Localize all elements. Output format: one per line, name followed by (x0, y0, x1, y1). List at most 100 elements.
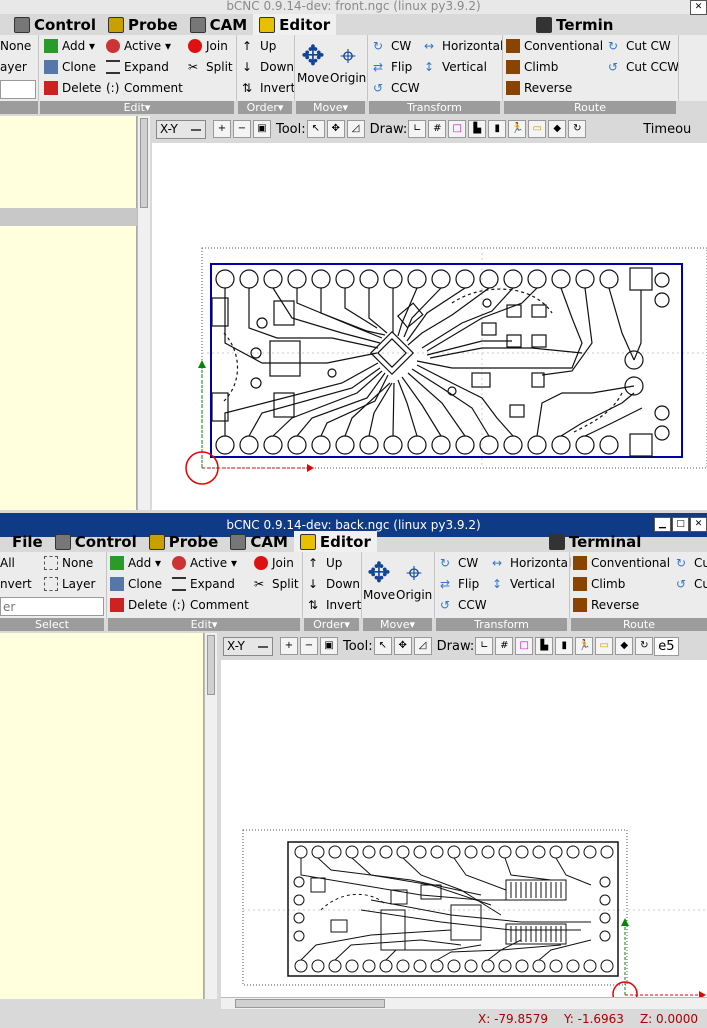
mirror-horizontal-button[interactable]: ↔ Horizontal (492, 553, 571, 573)
join-button[interactable]: Join (188, 36, 228, 56)
draw-margin-icon[interactable]: □ (448, 120, 467, 138)
gcode-list[interactable] (0, 633, 204, 999)
rotate-ccw-button[interactable]: ↺ CCW (373, 78, 420, 98)
draw-rapid-icon[interactable]: 🏃 (508, 120, 527, 138)
close-icon[interactable]: ✕ (690, 517, 707, 532)
draw-workarea-icon[interactable]: ▮ (488, 120, 507, 138)
draw-probe-icon[interactable]: ▙ (468, 120, 487, 138)
cut-ccw-button[interactable]: ↺ Cut CCW (608, 57, 679, 77)
view-select[interactable]: X-Y (156, 119, 206, 139)
tab-terminal[interactable]: Terminal (543, 531, 648, 552)
draw-paths-icon[interactable]: ▭ (595, 637, 614, 655)
split-button[interactable]: ✂ Split (188, 57, 233, 77)
zoom-out-icon[interactable]: − (233, 120, 251, 138)
delete-button[interactable]: Delete (110, 595, 167, 615)
filter-input[interactable] (0, 597, 104, 616)
ruler-tool-icon[interactable]: ◿ (346, 120, 365, 138)
draw-workarea-icon[interactable]: ▮ (555, 637, 574, 655)
draw-probe-icon[interactable]: ▙ (535, 637, 554, 655)
tab-probe[interactable]: Probe (102, 14, 184, 35)
cut-cw-button[interactable]: ↻ Cu (676, 553, 707, 573)
pan-tool-icon[interactable]: ✥ (326, 120, 345, 138)
draw-axes-icon[interactable]: ∟ (408, 120, 427, 138)
cut-cw-button[interactable]: ↻ Cut CW (608, 36, 671, 56)
active-button[interactable]: Active ▾ (106, 36, 171, 56)
tab-control[interactable]: Control (0, 14, 102, 35)
zoom-fit-icon[interactable]: ▣ (253, 120, 271, 138)
draw-margin-icon[interactable]: □ (515, 637, 534, 655)
reverse-button[interactable]: Reverse (573, 595, 639, 615)
close-icon[interactable]: ✕ (690, 0, 707, 15)
zoom-in-icon[interactable]: + (213, 120, 231, 138)
tab-file[interactable]: File (0, 531, 49, 552)
origin-button[interactable]: ⌖ Origin (330, 41, 366, 86)
select-none-button[interactable]: None (0, 36, 31, 56)
zoom-out-icon[interactable]: − (300, 637, 318, 655)
conventional-button[interactable]: Conventional (506, 36, 603, 56)
clone-button[interactable]: Clone (44, 57, 96, 77)
selected-row[interactable] (0, 208, 137, 226)
gcode-canvas[interactable] (152, 143, 707, 510)
order-up-button[interactable]: ↑ Up (308, 553, 342, 573)
refresh-icon[interactable]: ↻ (635, 637, 654, 655)
climb-button[interactable]: Climb (573, 574, 625, 594)
comment-button[interactable]: (:) Comment (106, 78, 183, 98)
tab-probe[interactable]: Probe (143, 531, 225, 552)
delete-button[interactable]: Delete (44, 78, 101, 98)
mirror-vertical-button[interactable]: ↕ Vertical (424, 57, 487, 77)
add-button[interactable]: Add ▾ (110, 553, 161, 573)
minimize-icon[interactable]: ▁ (654, 517, 671, 532)
mirror-horizontal-button[interactable]: ↔ Horizontal (424, 36, 503, 56)
draw-grid-icon[interactable]: # (495, 637, 514, 655)
tab-control[interactable]: Control (49, 531, 143, 552)
draw-axes-icon[interactable]: ∟ (475, 637, 494, 655)
select-layer-button[interactable]: ayer (0, 57, 27, 77)
view-select[interactable]: X-Y (223, 636, 273, 656)
list-scrollbar[interactable] (204, 633, 217, 999)
draw-camera-icon[interactable]: ◆ (548, 120, 567, 138)
add-button[interactable]: Add ▾ (44, 36, 95, 56)
active-button[interactable]: Active ▾ (172, 553, 237, 573)
flip-button[interactable]: ⇄ Flip (440, 574, 479, 594)
tab-editor[interactable]: Editor (293, 531, 377, 552)
clone-button[interactable]: Clone (110, 574, 162, 594)
zoom-fit-icon[interactable]: ▣ (320, 637, 338, 655)
select-none-button[interactable]: None (44, 553, 93, 573)
tab-editor[interactable]: Editor (253, 14, 337, 35)
split-button[interactable]: ✂ Split (254, 574, 299, 594)
cut-ccw-button[interactable]: ↺ Cu (676, 574, 707, 594)
move-button[interactable]: ✥ Move (363, 558, 395, 603)
filter-input[interactable] (0, 80, 36, 99)
expand-button[interactable]: Expand (106, 57, 169, 77)
order-invert-button[interactable]: ⇅ Invert (308, 595, 361, 615)
join-button[interactable]: Join (254, 553, 294, 573)
select-all-button[interactable]: All (0, 553, 15, 573)
gcode-list[interactable] (0, 116, 137, 510)
maximize-icon[interactable]: □ (672, 517, 689, 532)
draw-camera-icon[interactable]: ◆ (615, 637, 634, 655)
expand-button[interactable]: Expand (172, 574, 235, 594)
conventional-button[interactable]: Conventional (573, 553, 670, 573)
draw-rapid-icon[interactable]: 🏃 (575, 637, 594, 655)
zoom-in-icon[interactable]: + (280, 637, 298, 655)
order-down-button[interactable]: ↓ Down (242, 57, 294, 77)
comment-button[interactable]: (:) Comment (172, 595, 249, 615)
climb-button[interactable]: Climb (506, 57, 558, 77)
rotate-cw-button[interactable]: ↻ CW (440, 553, 478, 573)
order-up-button[interactable]: ↑ Up (242, 36, 276, 56)
flip-button[interactable]: ⇄ Flip (373, 57, 412, 77)
tab-terminal[interactable]: Termin (530, 14, 619, 35)
select-layer-button[interactable]: Layer (44, 574, 95, 594)
select-invert-button[interactable]: nvert (0, 574, 32, 594)
select-tool-icon[interactable]: ↖ (373, 637, 392, 655)
extra-field[interactable]: e5 (654, 636, 679, 656)
list-scrollbar[interactable] (137, 116, 150, 510)
reverse-button[interactable]: Reverse (506, 78, 572, 98)
order-invert-button[interactable]: ⇅ Invert (242, 78, 295, 98)
tab-cam[interactable]: CAM (184, 14, 254, 35)
mirror-vertical-button[interactable]: ↕ Vertical (492, 574, 555, 594)
tab-cam[interactable]: CAM (224, 531, 294, 552)
select-tool-icon[interactable]: ↖ (306, 120, 325, 138)
rotate-ccw-button[interactable]: ↺ CCW (440, 595, 487, 615)
draw-grid-icon[interactable]: # (428, 120, 447, 138)
